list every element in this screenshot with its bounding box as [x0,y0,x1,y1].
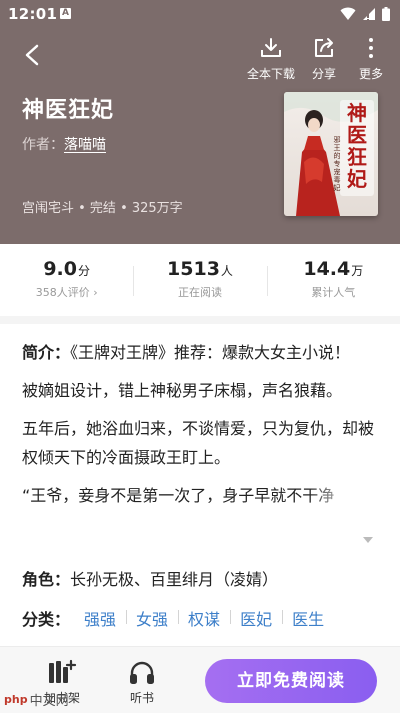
category-tag[interactable]: 权谋 [178,606,230,630]
rating-unit: 分 [77,264,90,278]
book-meta: 宫闱宅斗 • 完结 • 325万字 [22,201,183,216]
book-intro[interactable]: 简介：《王牌对王牌》推荐：爆款大女主小说！ 被嫡姐设计，错上神秘男子床榻，声名狼… [22,338,378,543]
book-title: 神医狂妃 [22,98,115,123]
expand-caret-icon[interactable] [362,536,374,544]
php-logo-icon: php [4,693,28,706]
listen-label: 听书 [129,691,154,705]
intro-paragraph-4: “王爷，妾身不是第一次了，身子早就不干净 [22,481,378,510]
notification-icon: A [60,8,71,19]
roles-row: 角色：长孙无极、百里绯月（凌婧） [22,566,278,590]
intro-paragraph-2: 被嫡姐设计，错上神秘男子床榻，声名狼藉。 [22,381,343,400]
stats-bar: 9.0分 358人评价 › 1513人 正在阅读 14.4万 累计人气 [0,244,400,314]
readers-unit: 人 [220,264,233,278]
status-time: 12:01 [8,5,58,23]
download-label: 全本下载 [246,67,295,81]
popularity-unit: 万 [351,264,364,278]
battery-icon [382,7,390,21]
roles-label: 角色： [22,570,71,589]
watermark: php 中文网 [4,690,69,709]
book-header: 12:01 A 全本下载 分享 更多 神医狂妃 作者：落喵喵 宫闱宅斗 • 完结… [0,0,400,244]
headphones-icon [130,661,154,684]
download-icon [261,38,281,57]
cover-subtitle: 邪王的专宠毒妃 [333,136,341,192]
more-button[interactable]: 更多 [344,36,398,82]
signal-icon [363,8,375,20]
status-bar: 12:01 A [0,0,400,28]
popularity-value: 14.4 [303,258,351,280]
author-link[interactable]: 落喵喵 [64,137,106,153]
category-tag[interactable]: 医生 [282,606,334,630]
book-cover: 神医狂妃 邪王的专宠毒妃 [284,92,378,216]
share-label: 分享 [311,67,336,81]
listen-button[interactable]: 听书 [112,659,172,706]
readers-label: 正在阅读 [177,286,222,299]
stat-popularity: 14.4万 累计人气 [266,258,400,300]
share-button[interactable]: 分享 [297,36,351,82]
bookshelf-add-icon [49,659,77,683]
rating-count: 358人评价 › [35,286,98,299]
category-tag[interactable]: 强强 [74,606,126,630]
section-divider [0,316,400,324]
more-label: 更多 [358,67,383,81]
more-vertical-icon [369,38,373,58]
popularity-label: 累计人气 [311,286,356,299]
wifi-icon [340,7,356,20]
intro-line1: 《王牌对王牌》推荐：爆款大女主小说！ [70,343,351,362]
author-label: 作者： [22,137,64,153]
watermark-text: 中文网 [29,694,69,709]
roles-value: 长孙无极、百里绯月（凌婧） [70,570,279,589]
stat-rating[interactable]: 9.0分 358人评价 › [0,258,133,300]
share-icon [315,38,333,57]
read-free-button[interactable]: 立即免费阅读 [205,659,377,703]
cover-title: 神医狂妃 [347,101,367,191]
intro-paragraph-3: 五年后，她浴血归来，不谈情爱，只为复仇，却被权倾天下的冷面摄政王盯上。 [22,419,375,467]
stat-readers: 1513人 正在阅读 [133,258,266,300]
chevron-left-icon [25,44,39,66]
categories-label: 分类： [22,610,71,629]
readers-value: 1513 [167,258,220,280]
back-button[interactable] [18,40,48,70]
intro-first-paragraph: 简介：《王牌对王牌》推荐：爆款大女主小说！ [22,338,378,367]
download-button[interactable]: 全本下载 [244,36,298,82]
category-tag[interactable]: 医妃 [230,606,282,630]
rating-value: 9.0 [43,258,77,280]
category-tag[interactable]: 女强 [126,606,178,630]
categories-row: 分类： 强强 女强 权谋 医妃 医生 [22,606,334,630]
author-row: 作者：落喵喵 [22,134,106,154]
intro-label: 简介： [22,343,71,362]
